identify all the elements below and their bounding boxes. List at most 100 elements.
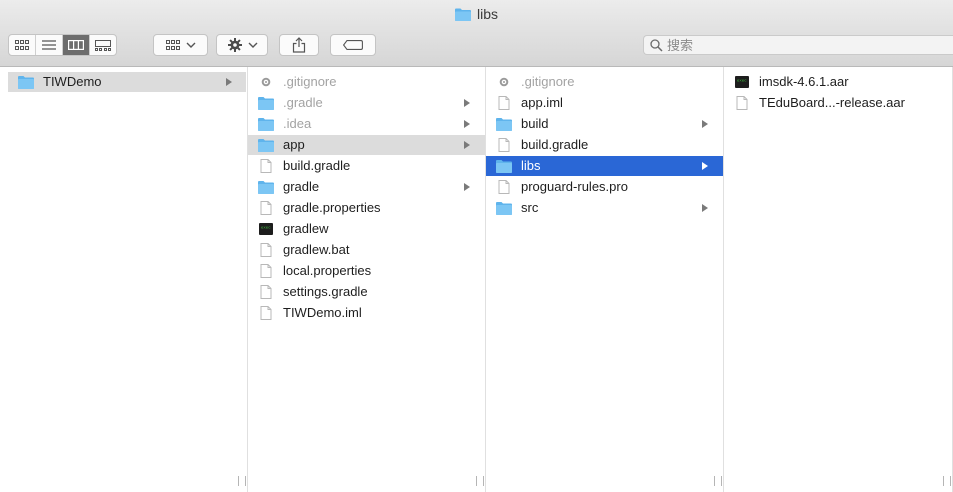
file-name: gradle: [283, 179, 320, 194]
folder-icon: [496, 201, 512, 215]
document-icon: [258, 306, 274, 320]
column-view-button[interactable]: [63, 35, 90, 55]
executable-icon: exec: [258, 222, 274, 236]
file-name: build.gradle: [283, 158, 351, 173]
folder-icon: [258, 96, 274, 110]
file-row[interactable]: gradle.properties: [248, 198, 485, 218]
column-resize-handle[interactable]: [943, 476, 951, 486]
file-name: proguard-rules.pro: [521, 179, 628, 194]
file-row[interactable]: build.gradle: [486, 135, 723, 155]
file-row[interactable]: exec gradlew: [248, 219, 485, 239]
file-row[interactable]: .gitignore: [486, 72, 723, 92]
executable-icon: exec: [734, 75, 750, 89]
folder-icon: [258, 138, 274, 152]
folder-icon: [496, 117, 512, 131]
file-row[interactable]: proguard-rules.pro: [486, 177, 723, 197]
file-row[interactable]: TIWDemo.iml: [248, 303, 485, 323]
browser-column-4[interactable]: exec imsdk-4.6.1.aar TEduBoard...-release.…: [724, 67, 953, 492]
file-row[interactable]: src: [486, 198, 723, 218]
file-row[interactable]: local.properties: [248, 261, 485, 281]
gallery-view-button[interactable]: [90, 35, 116, 55]
document-icon: [496, 138, 512, 152]
icon-view-button[interactable]: [9, 35, 36, 55]
file-name: .gitignore: [283, 74, 337, 89]
browser-column-1[interactable]: TIWDemo: [8, 67, 248, 492]
disclosure-arrow-icon: [464, 99, 470, 107]
file-row[interactable]: exec imsdk-4.6.1.aar: [724, 72, 952, 92]
file-name: build: [521, 116, 549, 131]
view-mode-control: [8, 34, 117, 56]
browser-column-3[interactable]: .gitignore app.iml build build.gradle libs pr…: [486, 67, 724, 492]
disclosure-arrow-icon: [464, 141, 470, 149]
file-row[interactable]: TEduBoard...-release.aar: [724, 93, 952, 113]
file-row[interactable]: build: [486, 114, 723, 134]
file-name: app: [283, 137, 305, 152]
chevron-down-icon: [248, 42, 257, 48]
search-field[interactable]: [643, 35, 953, 55]
column-resize-handle[interactable]: [476, 476, 484, 486]
file-row[interactable]: .gradle: [248, 93, 485, 113]
file-name: build.gradle: [521, 137, 589, 152]
file-row[interactable]: gradle: [248, 177, 485, 197]
file-name: gradle.properties: [283, 200, 381, 215]
file-row[interactable]: .gitignore: [248, 72, 485, 92]
file-row[interactable]: app: [248, 135, 485, 155]
file-name: TEduBoard...-release.aar: [759, 95, 905, 110]
search-icon: [650, 38, 663, 52]
share-icon: [292, 37, 306, 53]
file-row[interactable]: gradlew.bat: [248, 240, 485, 260]
file-row[interactable]: TIWDemo: [8, 72, 246, 92]
list-lines-icon: [42, 40, 56, 50]
file-name: .gitignore: [521, 74, 575, 89]
file-name: imsdk-4.6.1.aar: [759, 74, 849, 89]
window-title: libs: [0, 0, 953, 28]
file-name: .gradle: [283, 95, 323, 110]
browser-column-2[interactable]: .gitignore .gradle .idea app build.gradle gra…: [248, 67, 486, 492]
disclosure-arrow-icon: [464, 183, 470, 191]
folder-icon: [258, 117, 274, 131]
file-row[interactable]: .idea: [248, 114, 485, 134]
icon-grid-icon: [15, 40, 29, 50]
document-icon: [258, 285, 274, 299]
svg-text:exec: exec: [737, 80, 747, 84]
file-name: TIWDemo: [43, 74, 102, 89]
disclosure-arrow-icon: [702, 204, 708, 212]
file-name: libs: [521, 158, 541, 173]
file-row[interactable]: build.gradle: [248, 156, 485, 176]
file-row[interactable]: app.iml: [486, 93, 723, 113]
document-icon: [258, 243, 274, 257]
file-name: TIWDemo.iml: [283, 305, 362, 320]
document-icon: [496, 96, 512, 110]
folder-icon: [454, 8, 471, 21]
file-name: gradlew: [283, 221, 329, 236]
toolbar: [0, 28, 953, 67]
file-name: local.properties: [283, 263, 372, 278]
file-name: app.iml: [521, 95, 563, 110]
list-view-button[interactable]: [36, 35, 63, 55]
share-button[interactable]: [279, 34, 319, 56]
gallery-icon: [95, 39, 111, 51]
window-title-text: libs: [476, 6, 498, 22]
gear-icon: [258, 75, 274, 89]
document-icon: [258, 201, 274, 215]
action-button[interactable]: [216, 34, 268, 56]
disclosure-arrow-icon: [702, 120, 708, 128]
chevron-down-icon: [186, 42, 195, 48]
column-resize-handle[interactable]: [714, 476, 722, 486]
file-row[interactable]: libs: [486, 156, 723, 176]
file-name: src: [521, 200, 539, 215]
document-icon: [258, 159, 274, 173]
document-icon: [496, 180, 512, 194]
columns-icon: [68, 40, 84, 50]
edit-tags-button[interactable]: [330, 34, 376, 56]
column-resize-handle[interactable]: [238, 476, 246, 486]
gear-icon: [496, 75, 512, 89]
file-row[interactable]: settings.gradle: [248, 282, 485, 302]
gear-icon: [227, 38, 242, 52]
folder-icon: [496, 159, 512, 173]
document-icon: [258, 264, 274, 278]
group-by-button[interactable]: [153, 34, 208, 56]
search-input[interactable]: [667, 37, 927, 53]
folder-icon: [258, 180, 274, 194]
disclosure-arrow-icon: [702, 162, 708, 170]
